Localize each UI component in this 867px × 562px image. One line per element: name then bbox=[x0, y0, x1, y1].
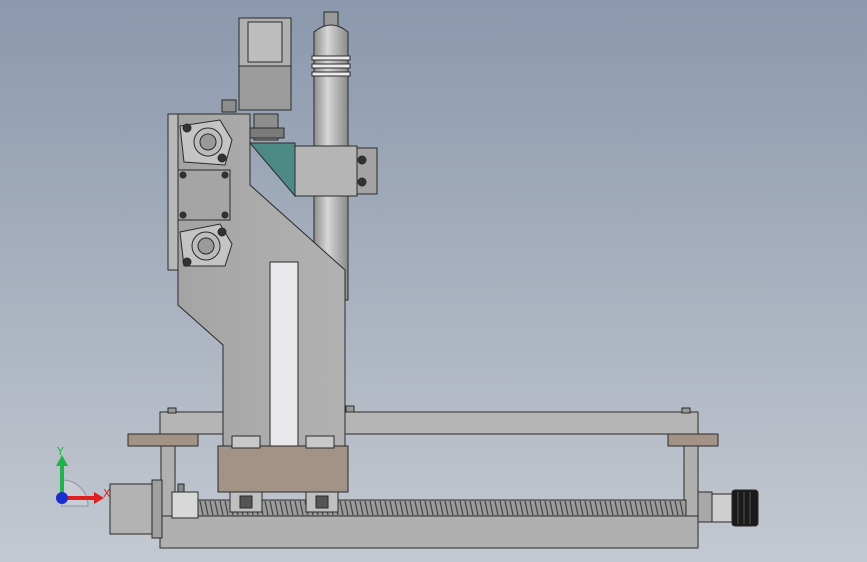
base-frame bbox=[127, 405, 719, 549]
spindle-clamp bbox=[248, 142, 378, 198]
machine-model: Y X bbox=[56, 11, 759, 549]
y-axis-label: Y bbox=[56, 445, 64, 458]
stepper-mount bbox=[177, 169, 231, 221]
bearing-mount-lower bbox=[179, 223, 233, 267]
coordinate-triad-icon: Y X bbox=[56, 445, 111, 507]
x-axis-label: X bbox=[103, 487, 111, 500]
knob-icon bbox=[697, 489, 759, 527]
z-axis-dot bbox=[56, 492, 68, 504]
bearing-mount-upper bbox=[179, 119, 233, 166]
cad-viewport[interactable]: Y X bbox=[0, 0, 867, 562]
lead-screw bbox=[195, 499, 687, 517]
